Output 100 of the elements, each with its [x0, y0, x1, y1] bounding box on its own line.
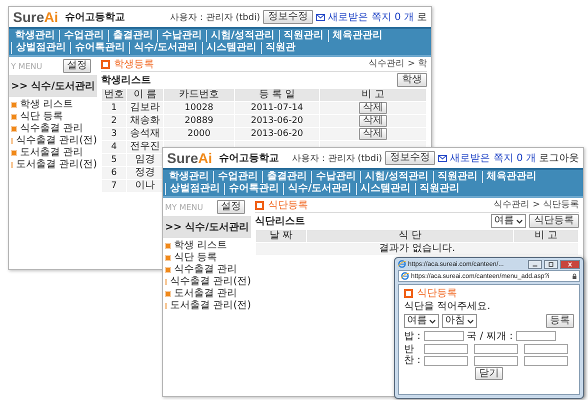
sidebar-item[interactable]: 식수출결 관리(전) [16, 135, 97, 147]
text-input[interactable] [474, 344, 518, 354]
logout-link[interactable]: 로그아웃 [539, 151, 579, 165]
add-button[interactable]: 식단등록 [529, 214, 579, 228]
nav-menu-item[interactable]: 식수/도서관리 [283, 183, 356, 195]
text-input[interactable] [424, 356, 468, 366]
nav-menu-item[interactable]: 체육관관리 [328, 30, 387, 42]
sidebar-item[interactable]: 도서출결 관리 [20, 147, 84, 159]
sidebar-item[interactable]: 학생 리스트 [174, 240, 228, 252]
table-cell: 정경 [135, 167, 155, 178]
nav-menu-item[interactable]: 학생관리 [11, 30, 59, 42]
nav-menu-item[interactable]: 슈어톡관리 [224, 183, 283, 195]
nav-menu-item[interactable]: 시스템관리 [356, 183, 415, 195]
season-dropdown[interactable]: 여름 [491, 214, 526, 228]
delete-button[interactable]: 삭제 [359, 128, 387, 140]
nav-menu-item[interactable]: 상벌점관리 [11, 42, 70, 54]
logo: SureAi [13, 9, 58, 25]
title-icon [404, 288, 413, 298]
nav-menu-item[interactable]: 수업관리 [213, 171, 262, 183]
maximize-button[interactable] [544, 260, 558, 268]
table-cell: 김보라 [130, 102, 160, 113]
nav-menu-item[interactable]: 시스템관리 [202, 42, 261, 54]
sidebar-item[interactable]: 도서출결 관리(전) [170, 300, 251, 312]
sidebar-item[interactable]: 식수출결 관리(전) [170, 276, 251, 288]
dropdown[interactable]: 여름 [404, 314, 439, 328]
breadcrumb: 식수관리 > 식단등록 [494, 198, 579, 212]
nav-menu-item[interactable]: 체육관관리 [482, 171, 541, 183]
sidebar-item[interactable]: 학생 리스트 [20, 99, 74, 111]
column-header: 비 고 [514, 230, 578, 242]
close-button[interactable] [560, 260, 580, 268]
column-header: 식 단 [307, 230, 513, 242]
nav-menu-item[interactable]: 상벌점관리 [165, 183, 224, 195]
text-input[interactable] [524, 344, 568, 354]
table-cell: 10028 [184, 103, 214, 113]
school-name: 슈어고등학교 [65, 11, 126, 24]
nav-menu-item[interactable]: 수업관리 [59, 30, 108, 42]
sidebar-item[interactable]: 식단 등록 [174, 252, 218, 264]
text-input[interactable] [474, 356, 518, 366]
nav-menu-item[interactable]: 수납관리 [157, 30, 206, 42]
table-cell: 7 [111, 181, 117, 191]
delete-button[interactable]: 삭제 [359, 102, 387, 114]
text-input[interactable] [524, 356, 568, 366]
title-icon [255, 200, 264, 210]
sidebar-title: >> 식수/도서관리 [163, 216, 251, 238]
settings-button[interactable]: 설정 [63, 59, 91, 73]
column-header: 등 록 일 [235, 89, 319, 101]
list-title: 식단리스트 [255, 215, 305, 228]
table-cell: 2013-06-20 [250, 129, 304, 139]
column-header: 번호 [102, 89, 126, 101]
column-header: 이 름 [127, 89, 163, 101]
nav-menu-item[interactable]: 슈어톡관리 [70, 42, 129, 54]
lock-icon [572, 272, 577, 280]
nav-menu-item[interactable]: 시험/성적관리 [360, 171, 433, 183]
text-input[interactable] [516, 331, 556, 341]
sidebar-item[interactable]: 도서출결 관리 [174, 288, 238, 300]
logout-link[interactable]: 로 [417, 10, 427, 24]
logo: SureAi [167, 150, 212, 166]
sidebar-title: >> 식수/도서관리 [9, 75, 97, 97]
table-cell: 채송화 [130, 115, 160, 126]
minimize-button[interactable] [528, 260, 542, 268]
sidebar-item[interactable]: 식수출결 관리 [174, 264, 238, 276]
settings-button[interactable]: 설정 [217, 200, 245, 214]
breadcrumb: 식수관리 > 학 [368, 58, 427, 70]
table-cell: 이나 [135, 180, 155, 191]
nav-menu-item[interactable]: 직원관리 [432, 171, 482, 183]
title-icon [101, 60, 110, 68]
list-title: 학생리스트 [101, 74, 151, 87]
delete-button[interactable]: 삭제 [359, 115, 387, 127]
messages-link[interactable]: 새로받은 쪽지 0 개 [328, 10, 414, 24]
field-label: 국 / 찌개 : [466, 330, 513, 343]
messages-link[interactable]: 새로받은 쪽지 0 개 [450, 151, 536, 165]
nav-menu-item[interactable]: 학생관리 [165, 171, 213, 183]
column-header: 비 고 [320, 89, 426, 101]
school-name: 슈어고등학교 [219, 152, 280, 165]
edit-info-button[interactable]: 정보수정 [263, 10, 314, 24]
nav-menu-item[interactable]: 수납관리 [311, 171, 360, 183]
table-cell: 4 [111, 142, 117, 152]
nav-menu-item[interactable]: 출결관리 [262, 171, 311, 183]
table-cell: 2 [111, 116, 117, 126]
table-cell: 20889 [184, 116, 214, 126]
nav-menu-item[interactable]: 직원관 [260, 42, 300, 54]
edit-info-button[interactable]: 정보수정 [385, 151, 436, 165]
table-cell: 2011-07-14 [250, 103, 304, 113]
sidebar-item[interactable]: 식수출결 관리 [20, 123, 84, 135]
nav-menu-item[interactable]: 직원관리 [278, 30, 328, 42]
nav-menu-item[interactable]: 직원관리 [414, 183, 464, 195]
register-button[interactable]: 등록 [546, 314, 574, 328]
sidebar-item[interactable]: 도서출결 관리(전) [16, 159, 97, 171]
text-input[interactable] [424, 344, 468, 354]
close-popup-button[interactable]: 닫기 [475, 367, 503, 380]
text-input[interactable] [424, 331, 464, 341]
sidebar-item[interactable]: 식단 등록 [20, 111, 64, 123]
nav-menu-item[interactable]: 식수/도서관리 [129, 42, 202, 54]
nav-menu-item[interactable]: 출결관리 [108, 30, 157, 42]
caret-icon [429, 318, 436, 324]
caret-icon [516, 218, 523, 224]
dropdown[interactable]: 아침 [442, 314, 477, 328]
table-cell: 임경 [135, 154, 155, 165]
add-button[interactable]: 학생 [397, 73, 427, 87]
nav-menu-item[interactable]: 시험/성적관리 [206, 30, 279, 42]
